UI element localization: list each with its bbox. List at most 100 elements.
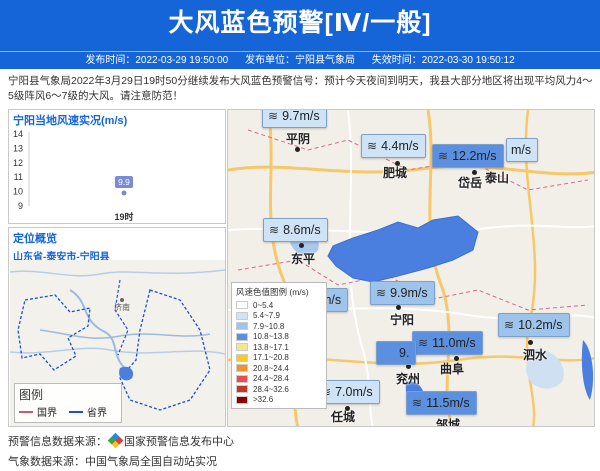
wind-legend-label: 17.1~20.8 bbox=[253, 353, 289, 363]
overview-legend-title: 图例 bbox=[19, 388, 44, 402]
wind-legend-swatch bbox=[236, 343, 248, 352]
wind-legend-row: 20.8~24.4 bbox=[236, 363, 322, 374]
wind-speed-value: 11.0m/s bbox=[432, 336, 476, 350]
warning-meta-bar: 发布时间：2022-03-29 19:50:00 发布单位：宁阳县气象局 失效时… bbox=[0, 51, 600, 69]
wind-legend-row: 5.4~7.9 bbox=[236, 311, 322, 322]
wind-tag-sishui[interactable]: ≋ 10.2m/s bbox=[498, 313, 570, 337]
wind-icon: ≋ bbox=[376, 286, 387, 300]
wind-chart-title: 宁阳当地风速实况(m/s) bbox=[13, 115, 128, 127]
town-pingyin: 平阴 bbox=[286, 132, 311, 146]
town-rencheng: 任城 bbox=[331, 410, 356, 424]
wind-legend-swatch bbox=[236, 364, 248, 373]
wind-speed-value: 12.2m/s bbox=[452, 149, 497, 163]
wind-speed-value: 8.6m/s bbox=[283, 223, 321, 237]
wind-color-legend: 风速色值图例 (m/s) 0~5.4 5.4~7.9 7.9~10.8 10.8~13… bbox=[231, 282, 327, 409]
warning-map[interactable]: 平阴 肥城 岱岳 泰山 东平 宁阳 泗水 曲阜 兖州 任城 邹城 ≋ 9.7m/s… bbox=[227, 109, 595, 427]
wind-speed-value: 10.2m/s bbox=[518, 318, 563, 332]
wind-tag-dongping[interactable]: ≋ 8.6m/s bbox=[263, 218, 328, 242]
expire-time: 失效时间：2022-03-30 19:50:12 bbox=[371, 55, 515, 66]
y-tick-label: 9 bbox=[18, 201, 23, 211]
wind-legend-row: 24.4~28.4 bbox=[236, 374, 322, 385]
wind-icon: ≋ bbox=[367, 139, 378, 153]
town-marker-feicheng bbox=[395, 161, 400, 166]
y-tick-label: 10 bbox=[13, 187, 23, 197]
wind-legend-swatch bbox=[236, 374, 248, 383]
wind-icon: ≋ bbox=[438, 149, 449, 163]
wind-tag-pingyin[interactable]: ≋ 9.7m/s bbox=[262, 109, 327, 128]
town-marker-ningyang bbox=[396, 305, 401, 310]
town-yanzhou: 兖州 bbox=[396, 372, 421, 386]
warning-source-name[interactable]: 国家预警信息发布中心 bbox=[124, 436, 234, 448]
wind-legend-swatch bbox=[236, 332, 248, 341]
publisher-logo-icon bbox=[107, 432, 124, 449]
warning-notice: 宁阳县气象局2022年3月29日19时50分继续发布大风蓝色预警信号：预计今天夜… bbox=[8, 75, 593, 102]
y-tick-label: 14 bbox=[13, 130, 23, 139]
overview-legend: 图例 国界 省界 bbox=[14, 383, 122, 423]
legend-province-border: 省界 bbox=[69, 404, 107, 419]
wind-tag-zoucheng[interactable]: ≋ 11.5m/s bbox=[406, 391, 477, 415]
wind-legend-label: 7.9~10.8 bbox=[253, 321, 285, 331]
wind-speed-value: 9.7m/s bbox=[282, 109, 320, 123]
wind-legend-row: 10.8~13.8 bbox=[236, 332, 322, 343]
y-tick-label: 12 bbox=[13, 158, 23, 168]
wind-speed-value: 9.9m/s bbox=[390, 286, 428, 300]
weather-source-line: 气象数据来源：中国气象局全国自动站实况 bbox=[8, 456, 217, 468]
warning-title: 大风蓝色预警[Ⅳ/一般] bbox=[0, 0, 600, 51]
town-marker-daiyue bbox=[472, 170, 477, 175]
publisher: 发布单位：宁阳县气象局 bbox=[245, 55, 355, 66]
wind-speed-value: 11.5m/s bbox=[426, 396, 470, 410]
town-daiyue: 岱岳 bbox=[458, 176, 483, 190]
town-qufu: 曲阜 bbox=[440, 362, 465, 376]
wind-legend-label: 13.8~17.1 bbox=[253, 342, 289, 352]
wind-legend-swatch bbox=[236, 353, 248, 362]
overview-map[interactable]: 济南 图例 国界 省界 bbox=[10, 260, 225, 426]
town-marker-sishui bbox=[528, 340, 533, 345]
wind-legend-row: 17.1~20.8 bbox=[236, 353, 322, 364]
wind-legend-swatch bbox=[236, 322, 248, 331]
wind-speed-chart: 14 13 12 11 10 9 9.9 19时 bbox=[13, 130, 134, 222]
x-tick-label: 19时 bbox=[114, 211, 133, 222]
wind-speed-value: 9. bbox=[399, 346, 410, 360]
wind-chart-panel: 宁阳当地风速实况(m/s) 14 13 12 11 10 9 9.9 19时 bbox=[8, 109, 226, 224]
wind-tag-feicheng[interactable]: ≋ 4.4m/s bbox=[361, 134, 426, 158]
legend-country-border: 国界 bbox=[19, 404, 57, 419]
wind-legend-row: 0~5.4 bbox=[236, 300, 322, 311]
wind-legend-label: 28.4~32.6 bbox=[253, 384, 289, 394]
wind-speed-value: m/s bbox=[511, 143, 532, 157]
wind-icon: ≋ bbox=[412, 396, 423, 410]
wind-legend-label: 0~5.4 bbox=[253, 300, 274, 310]
wind-tag-ningyang[interactable]: ≋ 9.9m/s bbox=[370, 281, 435, 305]
wind-legend-title: 风速色值图例 (m/s) bbox=[236, 287, 309, 297]
wind-legend-swatch bbox=[236, 311, 248, 320]
town-marker-rencheng bbox=[345, 406, 350, 411]
warning-source-line: 预警信息数据来源： 国家预警信息发布中心 bbox=[8, 432, 234, 449]
wind-legend-label: 20.8~24.4 bbox=[253, 363, 289, 373]
wind-tag-qufu[interactable]: ≋ 11.0m/s bbox=[412, 331, 483, 355]
wind-speed-value: 7.0m/s bbox=[335, 385, 373, 399]
wind-legend-rows: 0~5.4 5.4~7.9 7.9~10.8 10.8~13.8 13.8~17.1 17… bbox=[236, 300, 322, 405]
wind-legend-label: 24.4~28.4 bbox=[253, 374, 289, 384]
wind-legend-label: 5.4~7.9 bbox=[253, 311, 280, 321]
town-dongping: 东平 bbox=[291, 252, 316, 266]
country-border-label: 国界 bbox=[37, 408, 57, 419]
wind-legend-row: 7.9~10.8 bbox=[236, 321, 322, 332]
wind-legend-swatch bbox=[236, 385, 248, 394]
wind-legend-row: >32.6 bbox=[236, 395, 322, 406]
wind-legend-row: 13.8~17.1 bbox=[236, 342, 322, 353]
wind-icon: ≋ bbox=[418, 336, 429, 350]
wind-data-point[interactable] bbox=[121, 190, 127, 196]
location-title: 定位概览 bbox=[13, 233, 57, 245]
wind-tag-yanzhou[interactable]: 9. bbox=[376, 341, 417, 365]
publish-time: 发布时间：2022-03-29 19:50:00 bbox=[85, 55, 229, 66]
wind-tag-daiyue[interactable]: ≋ 12.2m/s bbox=[432, 144, 504, 168]
town-marker-pingyin bbox=[295, 147, 300, 152]
overview-city-label: 济南 bbox=[114, 303, 130, 312]
wind-legend-label: 10.8~13.8 bbox=[253, 332, 289, 342]
town-feicheng: 肥城 bbox=[383, 166, 408, 180]
town-zoucheng: 邹城 bbox=[436, 418, 461, 427]
wind-tag-taishan[interactable]: m/s bbox=[506, 138, 539, 162]
wind-icon: ≋ bbox=[269, 223, 280, 237]
wind-legend-swatch bbox=[236, 395, 248, 404]
wind-legend-row: 28.4~32.6 bbox=[236, 384, 322, 395]
town-marker-qufu bbox=[454, 356, 459, 361]
